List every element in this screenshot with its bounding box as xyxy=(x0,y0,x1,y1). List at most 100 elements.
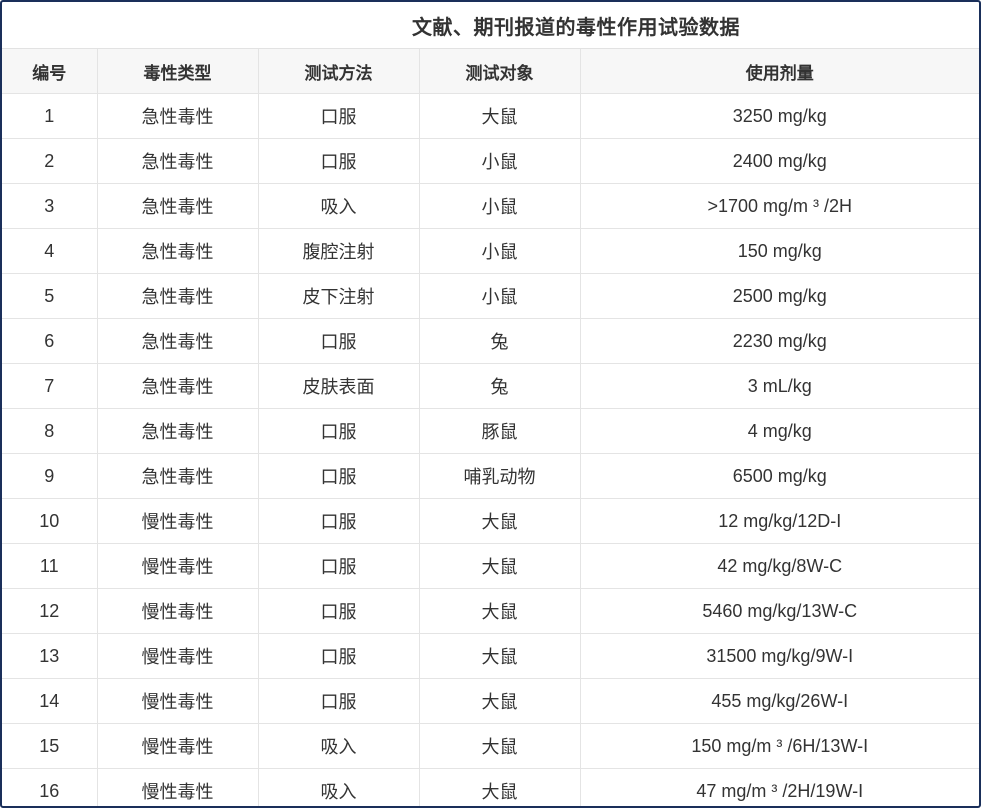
cell-dose: 6500 mg/kg xyxy=(580,453,979,499)
cell-toxicity-type: 急性毒性 xyxy=(97,363,259,409)
cell-test-subject: 兔 xyxy=(419,363,581,409)
cell-dose: 3250 mg/kg xyxy=(580,93,979,139)
cell-toxicity-type: 急性毒性 xyxy=(97,228,259,274)
header-dose: 使用剂量 xyxy=(580,49,979,94)
table-row: 9 急性毒性 口服 哺乳动物 6500 mg/kg xyxy=(2,453,979,499)
cell-test-method: 口服 xyxy=(258,138,420,184)
table-row: 10 慢性毒性 口服 大鼠 12 mg/kg/12D-I xyxy=(2,498,979,544)
cell-test-method: 口服 xyxy=(258,588,420,634)
cell-dose: 4 mg/kg xyxy=(580,408,979,454)
cell-number: 7 xyxy=(2,363,98,409)
cell-number: 2 xyxy=(2,138,98,184)
cell-dose: 150 mg/kg xyxy=(580,228,979,274)
cell-toxicity-type: 急性毒性 xyxy=(97,408,259,454)
cell-test-method: 口服 xyxy=(258,633,420,679)
table-row: 15 慢性毒性 吸入 大鼠 150 mg/m ³ /6H/13W-I xyxy=(2,723,979,769)
cell-test-subject: 大鼠 xyxy=(419,93,581,139)
cell-toxicity-type: 急性毒性 xyxy=(97,93,259,139)
table-title: 文献、期刊报道的毒性作用试验数据 xyxy=(412,15,740,39)
cell-dose: 31500 mg/kg/9W-I xyxy=(580,633,979,679)
cell-dose: 2230 mg/kg xyxy=(580,318,979,364)
cell-dose: 455 mg/kg/26W-I xyxy=(580,678,979,724)
cell-test-subject: 大鼠 xyxy=(419,588,581,634)
cell-number: 11 xyxy=(2,543,98,589)
cell-toxicity-type: 急性毒性 xyxy=(97,138,259,184)
cell-number: 16 xyxy=(2,768,98,806)
cell-toxicity-type: 急性毒性 xyxy=(97,183,259,229)
cell-test-method: 皮下注射 xyxy=(258,273,420,319)
cell-test-method: 口服 xyxy=(258,498,420,544)
cell-number: 15 xyxy=(2,723,98,769)
cell-toxicity-type: 急性毒性 xyxy=(97,318,259,364)
table-caption-bar: 文献、期刊报道的毒性作用试验数据 xyxy=(2,2,979,49)
cell-dose: >1700 mg/m ³ /2H xyxy=(580,183,979,229)
cell-dose: 3 mL/kg xyxy=(580,363,979,409)
cell-number: 12 xyxy=(2,588,98,634)
cell-number: 10 xyxy=(2,498,98,544)
header-test-subject: 测试对象 xyxy=(419,49,581,94)
table-row: 8 急性毒性 口服 豚鼠 4 mg/kg xyxy=(2,408,979,454)
cell-dose: 5460 mg/kg/13W-C xyxy=(580,588,979,634)
cell-test-subject: 大鼠 xyxy=(419,678,581,724)
cell-toxicity-type: 急性毒性 xyxy=(97,453,259,499)
table-row: 13 慢性毒性 口服 大鼠 31500 mg/kg/9W-I xyxy=(2,633,979,679)
cell-number: 8 xyxy=(2,408,98,454)
cell-test-subject: 大鼠 xyxy=(419,498,581,544)
cell-test-method: 口服 xyxy=(258,93,420,139)
cell-toxicity-type: 慢性毒性 xyxy=(97,723,259,769)
table-row: 4 急性毒性 腹腔注射 小鼠 150 mg/kg xyxy=(2,228,979,274)
cell-test-subject: 小鼠 xyxy=(419,138,581,184)
cell-test-method: 口服 xyxy=(258,453,420,499)
cell-toxicity-type: 慢性毒性 xyxy=(97,498,259,544)
cell-test-method: 口服 xyxy=(258,678,420,724)
cell-dose: 12 mg/kg/12D-I xyxy=(580,498,979,544)
cell-number: 3 xyxy=(2,183,98,229)
cell-test-subject: 兔 xyxy=(419,318,581,364)
cell-dose: 150 mg/m ³ /6H/13W-I xyxy=(580,723,979,769)
cell-dose: 42 mg/kg/8W-C xyxy=(580,543,979,589)
cell-test-subject: 大鼠 xyxy=(419,633,581,679)
cell-test-subject: 大鼠 xyxy=(419,723,581,769)
cell-test-method: 口服 xyxy=(258,318,420,364)
table-row: 2 急性毒性 口服 小鼠 2400 mg/kg xyxy=(2,138,979,184)
table-body: 1 急性毒性 口服 大鼠 3250 mg/kg 2 急性毒性 口服 小鼠 2400 mg/kg 3 急… xyxy=(2,93,979,806)
cell-test-method: 口服 xyxy=(258,543,420,589)
cell-number: 1 xyxy=(2,93,98,139)
cell-number: 4 xyxy=(2,228,98,274)
header-test-method: 测试方法 xyxy=(258,49,420,94)
table-row: 16 慢性毒性 吸入 大鼠 47 mg/m ³ /2H/19W-I xyxy=(2,768,979,806)
table-row: 6 急性毒性 口服兔 2230 mg/kg xyxy=(2,318,979,364)
cell-number: 5 xyxy=(2,273,98,319)
cell-test-subject: 小鼠 xyxy=(419,183,581,229)
cell-toxicity-type: 急性毒性 xyxy=(97,273,259,319)
cell-test-method: 吸入 xyxy=(258,768,420,806)
header-row: 编号 毒性类型 测试方法 测试对象 使用剂量 xyxy=(2,49,979,94)
cell-test-method: 腹腔注射 xyxy=(258,228,420,274)
table-row: 11 慢性毒性 口服 大鼠 42 mg/kg/8W-C xyxy=(2,543,979,589)
cell-toxicity-type: 慢性毒性 xyxy=(97,633,259,679)
table-row: 1 急性毒性 口服 大鼠 3250 mg/kg xyxy=(2,93,979,139)
cell-toxicity-type: 慢性毒性 xyxy=(97,678,259,724)
header-toxicity-type: 毒性类型 xyxy=(97,49,259,94)
table-row: 5 急性毒性 皮下注射 小鼠 2500 mg/kg xyxy=(2,273,979,319)
cell-dose: 2500 mg/kg xyxy=(580,273,979,319)
cell-test-method: 吸入 xyxy=(258,183,420,229)
cell-test-method: 口服 xyxy=(258,408,420,454)
table-row: 12 慢性毒性 口服 大鼠 5460 mg/kg/13W-C xyxy=(2,588,979,634)
cell-test-subject: 哺乳动物 xyxy=(419,453,581,499)
cell-test-subject: 大鼠 xyxy=(419,543,581,589)
header-number: 编号 xyxy=(2,49,98,94)
cell-dose: 2400 mg/kg xyxy=(580,138,979,184)
cell-toxicity-type: 慢性毒性 xyxy=(97,588,259,634)
cell-dose: 47 mg/m ³ /2H/19W-I xyxy=(580,768,979,806)
cell-test-method: 皮肤表面 xyxy=(258,363,420,409)
cell-test-subject: 小鼠 xyxy=(419,228,581,274)
cell-test-subject: 大鼠 xyxy=(419,768,581,806)
cell-number: 13 xyxy=(2,633,98,679)
cell-number: 14 xyxy=(2,678,98,724)
cell-test-method: 吸入 xyxy=(258,723,420,769)
cell-number: 9 xyxy=(2,453,98,499)
cell-test-subject: 豚鼠 xyxy=(419,408,581,454)
cell-test-subject: 小鼠 xyxy=(419,273,581,319)
table-row: 14 慢性毒性 口服 大鼠 455 mg/kg/26W-I xyxy=(2,678,979,724)
